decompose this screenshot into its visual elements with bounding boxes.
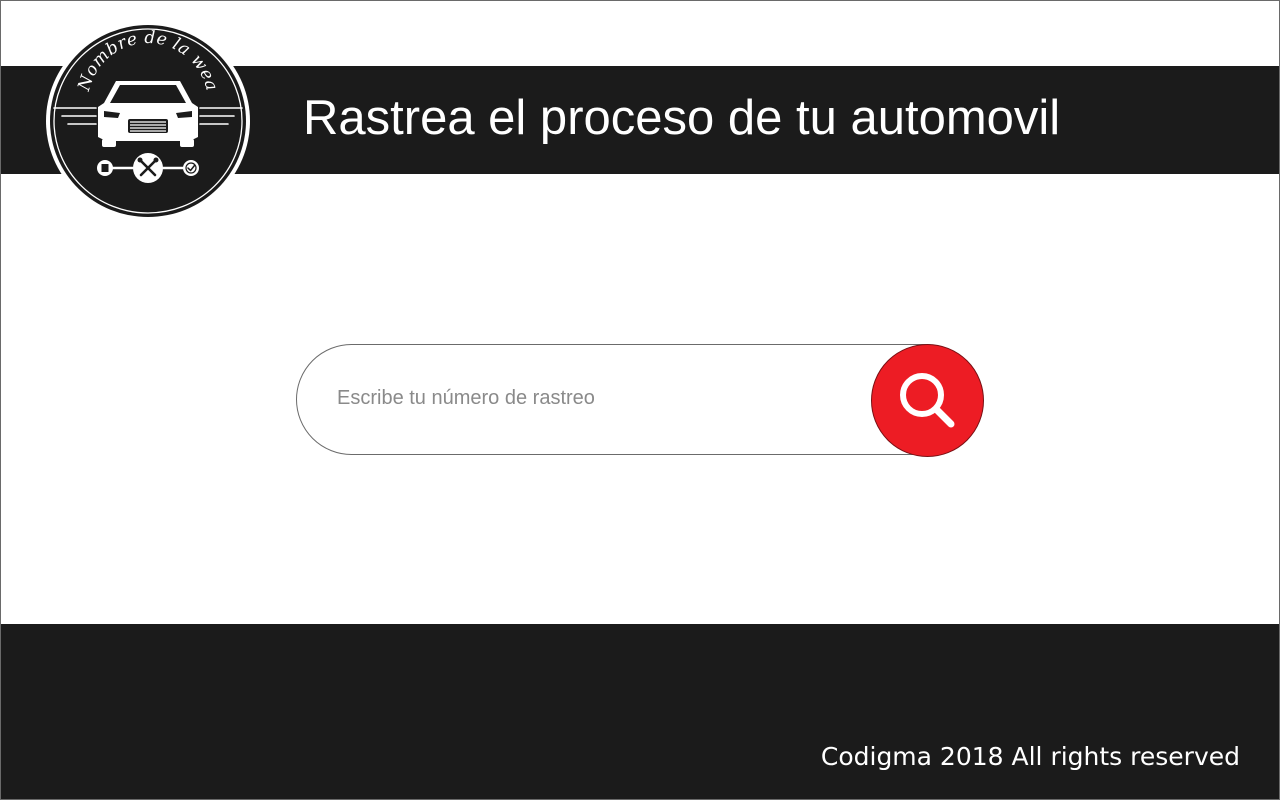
search-icon <box>899 372 954 427</box>
tools-icon <box>133 153 163 183</box>
check-icon <box>183 160 199 176</box>
clipboard-icon <box>97 160 113 176</box>
logo: Nombre de la wea <box>44 19 252 223</box>
logo-badge-icon: Nombre de la wea <box>46 21 250 221</box>
car-icon <box>98 81 198 147</box>
search-button[interactable] <box>871 344 984 457</box>
footer-copyright: Codigma 2018 All rights reserved <box>820 742 1240 771</box>
search-input[interactable] <box>337 383 857 413</box>
page-title: Rastrea el proceso de tu automovil <box>303 91 1061 145</box>
